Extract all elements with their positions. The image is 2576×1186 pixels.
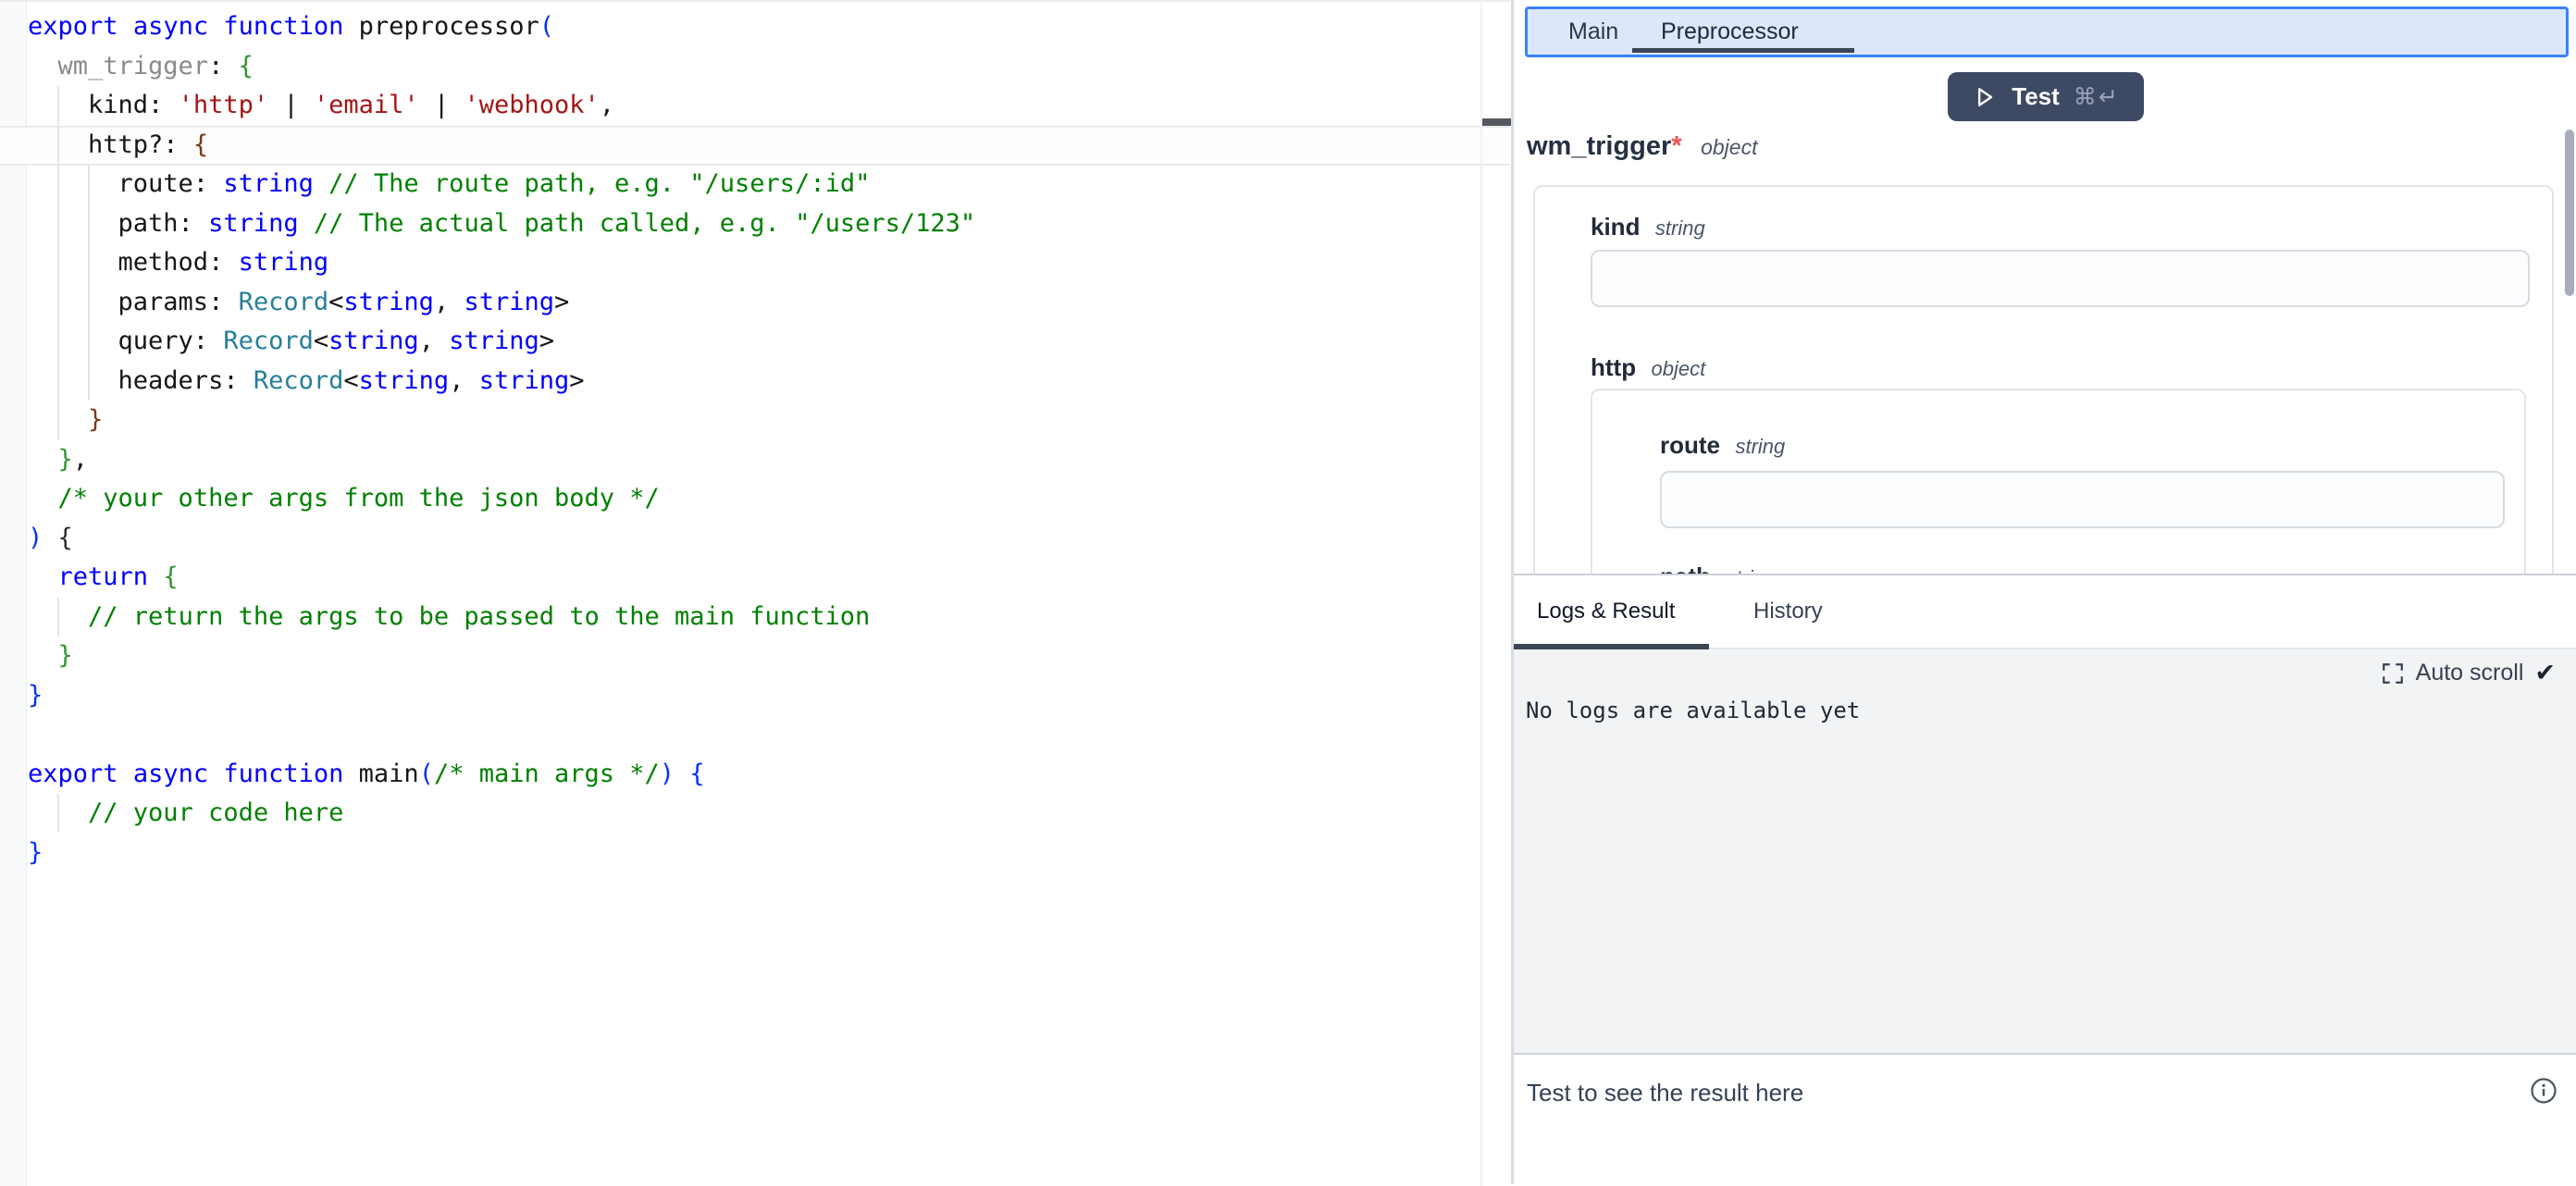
arg-header: wm_trigger* object [1527, 131, 1757, 165]
code-lines[interactable]: export async function preprocessor( wm_t… [28, 7, 975, 872]
code-line[interactable]: http?: { [28, 126, 975, 166]
panel-scrollbar-thumb[interactable] [2565, 130, 2574, 296]
route-field-label: route string [1660, 431, 1785, 460]
code-line[interactable]: query: Record<string, string> [28, 322, 975, 362]
code-line[interactable]: export async function main(/* main args … [28, 755, 975, 795]
kind-input[interactable] [1591, 250, 2530, 307]
overview-cursor-mark [1482, 118, 1511, 126]
result-placeholder: Test to see the result here [1527, 1079, 1803, 1107]
code-line[interactable]: /* your other args from the json body */ [28, 479, 975, 519]
tab-logs-result[interactable]: Logs & Result [1537, 575, 1675, 648]
tab-main[interactable]: Main [1568, 9, 1618, 55]
code-line[interactable]: export async function preprocessor( [28, 7, 975, 47]
code-line[interactable]: route: string // The route path, e.g. "/… [28, 165, 975, 204]
http-field-label: http object [1591, 353, 1705, 382]
kind-type-text: string [1655, 216, 1705, 240]
code-line[interactable]: } [28, 834, 975, 873]
required-mark: * [1671, 131, 1681, 161]
code-line[interactable]: method: string [28, 243, 975, 283]
kind-label-text: kind [1591, 213, 1640, 241]
active-tab-underline [1632, 48, 1854, 53]
test-button[interactable]: Test ⌘↵ [1948, 72, 2144, 121]
kind-field-label: kind string [1591, 213, 1705, 241]
logs-body: Auto scroll ✔ No logs are available yet [1514, 649, 2576, 1053]
code-line[interactable]: } [28, 401, 975, 440]
code-line[interactable]: return { [28, 558, 975, 598]
route-input[interactable] [1660, 471, 2505, 528]
code-line[interactable]: wm_trigger: { [28, 47, 975, 87]
http-label-text: http [1591, 353, 1636, 381]
check-icon: ✔ [2534, 659, 2556, 687]
route-label-text: route [1660, 431, 1720, 459]
expand-icon[interactable] [2381, 661, 2405, 686]
info-icon[interactable] [2530, 1077, 2557, 1105]
code-line[interactable]: } [28, 636, 975, 676]
code-line[interactable]: headers: Record<string, string> [28, 362, 975, 402]
autoscroll-toggle[interactable]: Auto scroll ✔ [2381, 659, 2556, 687]
test-panel: Main Preprocessor Test ⌘↵ wm_trigger* ob… [1514, 0, 2576, 1184]
arg-type: object [1701, 135, 1757, 159]
code-editor[interactable]: export async function preprocessor( wm_t… [0, 0, 1510, 1186]
windmill-script-editor: export async function preprocessor( wm_t… [0, 0, 2576, 1184]
autoscroll-label: Auto scroll [2416, 660, 2524, 686]
tab-history[interactable]: History [1753, 575, 1823, 648]
logs-tab-bar: Logs & Result History [1514, 575, 2576, 649]
code-line[interactable] [28, 715, 975, 755]
function-tab-bar: Main Preprocessor [1525, 6, 2569, 57]
code-line[interactable]: path: string // The actual path called, … [28, 204, 975, 244]
code-line[interactable]: kind: 'http' | 'email' | 'webhook', [28, 86, 975, 126]
route-type-text: string [1735, 435, 1785, 458]
play-icon [1972, 84, 1998, 110]
code-line[interactable]: // your code here [28, 794, 975, 834]
code-line[interactable]: params: Record<string, string> [28, 283, 975, 323]
overview-ruler [1480, 2, 1482, 1186]
logs-empty-message: No logs are available yet [1526, 698, 1860, 723]
code-line[interactable]: }, [28, 440, 975, 480]
http-type-text: object [1652, 357, 1706, 380]
logs-panel: Logs & Result History Auto scroll ✔ No l… [1514, 574, 2576, 1184]
result-area: Test to see the result here [1514, 1053, 2576, 1186]
editor-gutter [0, 2, 27, 1186]
cmd-enter-shortcut: ⌘↵ [2074, 83, 2120, 110]
test-button-label: Test [2012, 82, 2060, 111]
arg-name: wm_trigger [1527, 131, 1671, 161]
code-line[interactable]: } [28, 676, 975, 716]
code-line[interactable]: // return the args to be passed to the m… [28, 598, 975, 637]
code-line[interactable]: ) { [28, 519, 975, 559]
